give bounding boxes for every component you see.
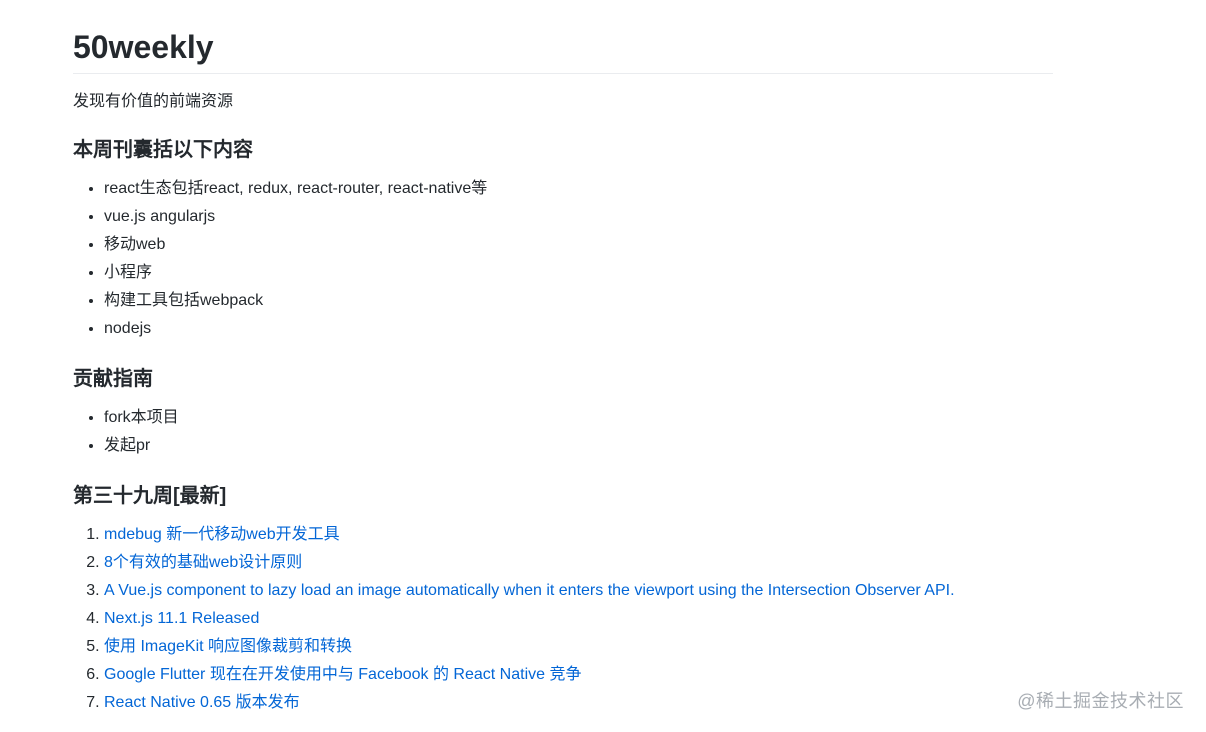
list-item: 发起pr	[104, 432, 1053, 460]
list-item: React Native 0.65 版本发布	[104, 689, 1053, 717]
contribute-heading: 贡献指南	[73, 368, 153, 390]
page-subtitle: 发现有价值的前端资源	[73, 93, 234, 110]
page-title: 50weekly	[73, 0, 1053, 74]
readme-content: 50weekly 发现有价值的前端资源 本周刊囊括以下内容 react生态包括r…	[73, 0, 1053, 717]
list-item: 小程序	[104, 259, 1053, 287]
article-link-7[interactable]: React Native 0.65 版本发布	[104, 694, 300, 711]
week-heading: 第三十九周[最新]	[73, 485, 227, 507]
list-item: fork本项目	[104, 404, 1053, 432]
article-link-3[interactable]: A Vue.js component to lazy load an image…	[104, 582, 955, 599]
list-item: 构建工具包括webpack	[104, 287, 1053, 315]
contents-heading: 本周刊囊括以下内容	[73, 139, 253, 161]
article-link-2[interactable]: 8个有效的基础web设计原则	[104, 554, 302, 571]
contribute-list: fork本项目 发起pr	[73, 404, 1053, 460]
article-link-1[interactable]: mdebug 新一代移动web开发工具	[104, 526, 340, 543]
list-item: Next.js 11.1 Released	[104, 605, 1053, 633]
list-item: react生态包括react, redux, react-router, rea…	[104, 175, 1053, 203]
article-link-6[interactable]: Google Flutter 现在在开发使用中与 Facebook 的 Reac…	[104, 666, 581, 683]
article-link-5[interactable]: 使用 ImageKit 响应图像裁剪和转换	[104, 638, 352, 655]
list-item: Google Flutter 现在在开发使用中与 Facebook 的 Reac…	[104, 661, 1053, 689]
watermark: @稀土掘金技术社区	[1017, 691, 1184, 711]
article-link-4[interactable]: Next.js 11.1 Released	[104, 610, 259, 627]
list-item: 使用 ImageKit 响应图像裁剪和转换	[104, 633, 1053, 661]
list-item: A Vue.js component to lazy load an image…	[104, 577, 1053, 605]
list-item: 8个有效的基础web设计原则	[104, 549, 1053, 577]
list-item: mdebug 新一代移动web开发工具	[104, 521, 1053, 549]
contents-list: react生态包括react, redux, react-router, rea…	[73, 175, 1053, 343]
list-item: vue.js angularjs	[104, 203, 1053, 231]
list-item: 移动web	[104, 231, 1053, 259]
week-links-list: mdebug 新一代移动web开发工具 8个有效的基础web设计原则 A Vue…	[73, 521, 1053, 717]
list-item: nodejs	[104, 315, 1053, 343]
